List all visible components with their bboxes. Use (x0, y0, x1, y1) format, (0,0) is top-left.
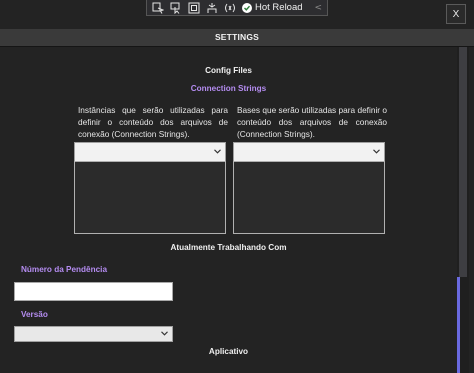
header-divider (0, 46, 474, 47)
layout-adorners-icon[interactable] (187, 2, 201, 14)
instances-description: Instâncias que serão utilizadas para def… (78, 105, 228, 139)
vertical-scrollbar[interactable] (457, 47, 469, 373)
collapse-toolbar-button[interactable]: < (315, 3, 323, 13)
chevron-down-icon (214, 148, 221, 156)
versao-label: Versão (21, 310, 48, 319)
instances-list[interactable] (74, 161, 226, 234)
bases-list[interactable] (233, 161, 385, 234)
hot-reload-button[interactable]: Hot Reload (242, 2, 303, 13)
page-title: SETTINGS (0, 29, 474, 46)
xaml-debug-toolbar: Hot Reload < (146, 0, 328, 16)
aplicativo-title: Aplicativo (208, 347, 249, 356)
settings-window: Hot Reload < X SETTINGS Config Files Con… (0, 0, 474, 373)
track-focus-icon[interactable] (205, 2, 219, 14)
check-icon (242, 2, 252, 13)
scrollbar-thumb[interactable] (459, 47, 467, 277)
versao-dropdown[interactable] (14, 326, 173, 342)
chevron-down-icon (161, 330, 168, 338)
bases-dropdown[interactable] (233, 142, 385, 162)
pendencia-label: Número da Pendência (21, 265, 107, 274)
binding-failures-icon[interactable] (223, 2, 237, 14)
bases-description: Bases que serão utilizadas para definir … (237, 105, 387, 139)
live-visual-tree-icon[interactable] (151, 2, 165, 14)
working-on-title: Atualmente Trabalhando Com (170, 243, 287, 252)
chevron-down-icon (373, 148, 380, 156)
instances-dropdown[interactable] (74, 142, 226, 162)
pendencia-input[interactable] (14, 282, 173, 301)
select-element-icon[interactable] (169, 2, 183, 14)
config-files-title: Config Files (205, 66, 252, 75)
connection-strings-label: Connection Strings (190, 84, 267, 93)
scrollbar-accent (457, 277, 460, 373)
hot-reload-label: Hot Reload (255, 2, 303, 13)
close-button[interactable]: X (446, 4, 466, 24)
